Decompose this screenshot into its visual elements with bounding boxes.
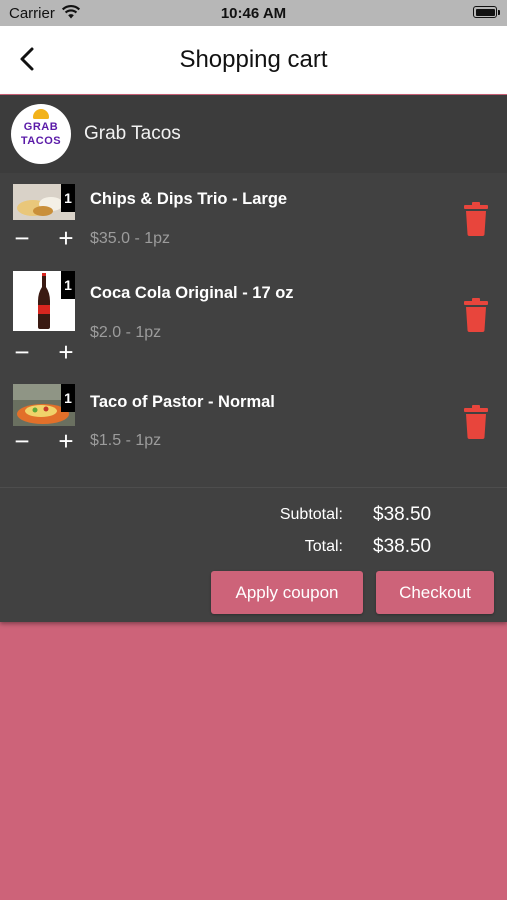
navigation-bar: Shopping cart xyxy=(0,26,507,94)
total-label: Total: xyxy=(304,538,343,555)
trash-icon[interactable] xyxy=(463,298,489,332)
page-title: Shopping cart xyxy=(179,46,328,73)
subtotal-value: $38.50 xyxy=(373,504,432,525)
quantity-badge: 1 xyxy=(61,384,75,412)
apply-coupon-button[interactable]: Apply coupon xyxy=(211,571,363,614)
store-logo: GRAB TACOS xyxy=(11,104,71,164)
subtotal-label: Subtotal: xyxy=(279,506,343,523)
divider xyxy=(0,487,507,488)
total-value: $38.50 xyxy=(373,536,432,557)
logo-text-tacos: TACOS xyxy=(20,135,62,147)
cart-item: 1 − + Coca Cola Original - 17 oz $2.0 - … xyxy=(0,270,507,366)
item-name: Chips & Dips Trio - Large xyxy=(90,190,288,208)
item-thumbnail-taco: 1 xyxy=(13,384,75,426)
item-thumbnail-chips: 1 xyxy=(13,184,75,220)
cart-panel: GRAB TACOS Grab Tacos 1 − + Chips & Dips… xyxy=(0,95,507,622)
trash-icon[interactable] xyxy=(463,405,489,439)
taco-icon xyxy=(33,109,49,119)
status-bar: Carrier 10:46 AM xyxy=(0,0,507,26)
cart-item: 1 − + Taco of Pastor - Normal $1.5 - 1pz xyxy=(0,383,507,479)
item-price: $1.5 - 1pz xyxy=(90,432,162,449)
battery-icon xyxy=(473,6,500,18)
quantity-badge: 1 xyxy=(61,271,75,299)
decrease-quantity-button[interactable]: − xyxy=(11,339,33,365)
item-price: $2.0 - 1pz xyxy=(90,324,162,341)
store-name: Grab Tacos xyxy=(84,123,181,144)
decrease-quantity-button[interactable]: − xyxy=(11,428,33,454)
item-price: $35.0 - 1pz xyxy=(90,230,171,247)
decrease-quantity-button[interactable]: − xyxy=(11,225,33,251)
item-name: Coca Cola Original - 17 oz xyxy=(90,284,294,302)
item-name: Taco of Pastor - Normal xyxy=(90,393,275,411)
cart-item: 1 − + Chips & Dips Trio - Large $35.0 - … xyxy=(0,180,507,276)
checkout-button[interactable]: Checkout xyxy=(376,571,494,614)
store-header: GRAB TACOS Grab Tacos xyxy=(0,95,507,173)
increase-quantity-button[interactable]: + xyxy=(55,428,77,454)
increase-quantity-button[interactable]: + xyxy=(55,225,77,251)
item-thumbnail-coca-cola: 1 xyxy=(13,271,75,331)
trash-icon[interactable] xyxy=(463,202,489,236)
logo-text-grab: GRAB xyxy=(23,121,59,133)
quantity-badge: 1 xyxy=(61,184,75,212)
clock: 10:46 AM xyxy=(220,5,287,22)
increase-quantity-button[interactable]: + xyxy=(55,339,77,365)
